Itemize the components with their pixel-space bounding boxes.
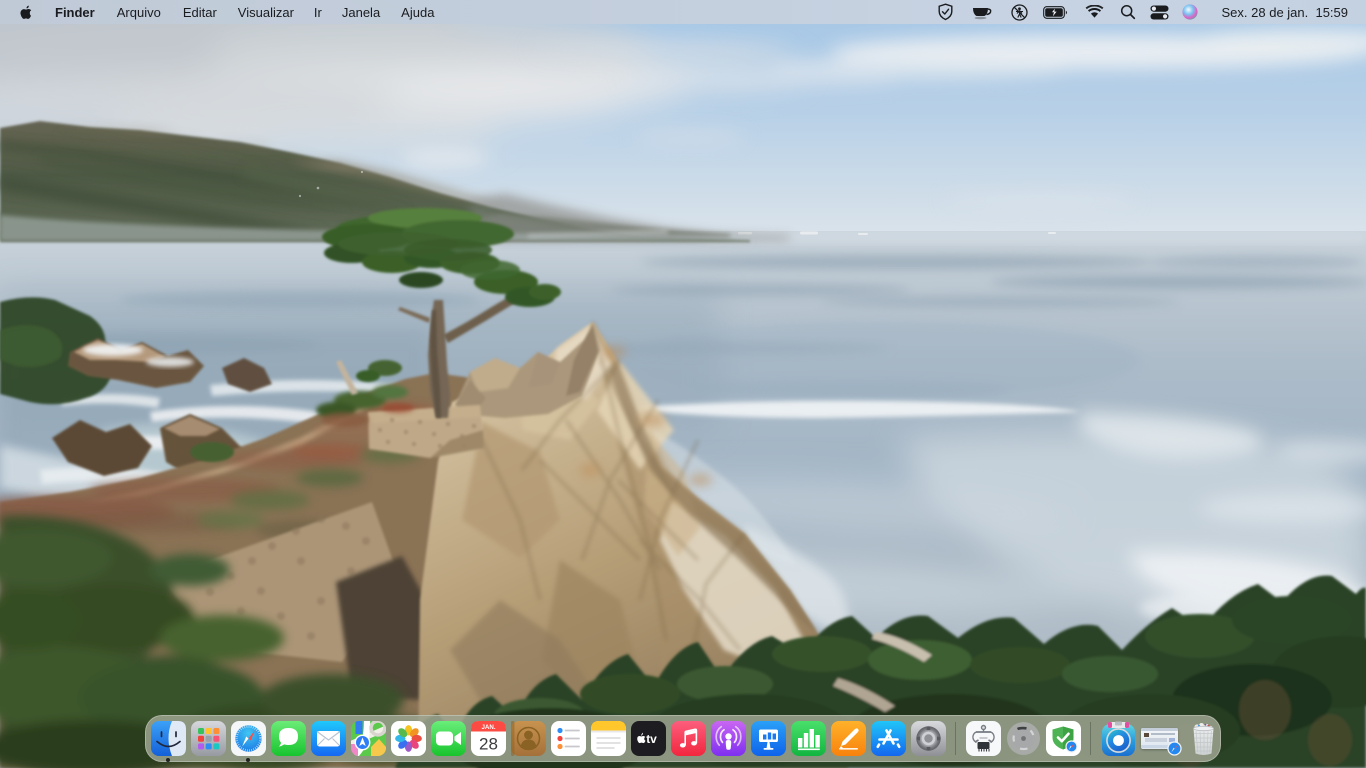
svg-text:tv: tv xyxy=(646,732,657,746)
svg-text:28: 28 xyxy=(479,735,498,754)
svg-text:JAN.: JAN. xyxy=(481,724,495,731)
